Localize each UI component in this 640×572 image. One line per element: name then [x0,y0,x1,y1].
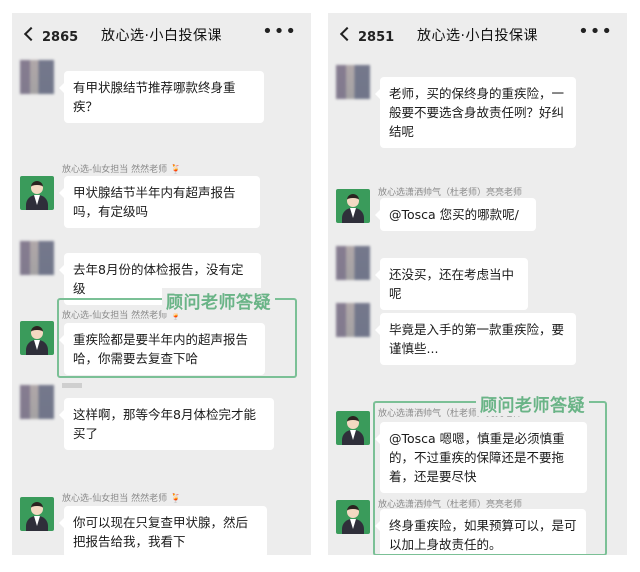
avatar[interactable] [20,497,54,531]
avatar[interactable] [20,176,54,210]
avatar[interactable] [20,385,54,419]
avatar[interactable] [20,321,54,355]
sender-name: 放心选潇洒帅气（杜老师）亮亮老师 [378,188,523,198]
more-dots-icon[interactable]: ••• [262,21,297,42]
message-bubble: 老师，买的保终身的重疾险，一般要不要选含身故责任咧？好纠结呢 [375,77,576,148]
message-bubble: @Tosca 您买的哪款呢/ [375,198,536,231]
highlight-box [373,401,607,555]
message-bubble: 毕竟是入手的第一款重疾险，要谨慎些... [375,313,576,365]
avatar[interactable] [336,189,370,223]
message-bubble: 还没买，还在考虑当中呢 [375,258,528,310]
highlight-label: 顾问老师答疑 [162,288,275,313]
more-dots-icon[interactable]: ••• [578,21,613,42]
chat-panel-left: 2865 放心选·小白投保课 ••• 有甲状腺结节推荐哪款终身重疾？ 放心选-仙… [12,13,311,555]
sender-name [62,383,82,388]
avatar[interactable] [336,246,370,280]
avatar[interactable] [20,241,54,275]
avatar[interactable] [20,60,54,94]
chat-header: 2865 放心选·小白投保课 ••• [12,13,311,55]
sender-name: 放心选-仙女担当 然然老师 🍹 [62,165,182,175]
sender-name: 放心选-仙女担当 然然老师 🍹 [62,494,182,504]
message-bubble: 甲状腺结节半年内有超声报告吗，有定级吗 [59,176,260,228]
chat-header: 2851 放心选·小白投保课 ••• [328,13,627,55]
message-bubble: 这样啊，那等今年8月体检完才能买了 [59,398,274,450]
avatar[interactable] [336,303,370,337]
avatar[interactable] [336,65,370,99]
message-bubble: 有甲状腺结节推荐哪款终身重疾？ [59,71,264,123]
avatar[interactable] [336,500,370,534]
message-bubble: 你可以现在只复查甲状腺，然后把报告给我，我看下 [59,506,267,555]
avatar[interactable] [336,411,370,445]
highlight-label: 顾问老师答疑 [476,391,589,416]
chat-panel-right: 2851 放心选·小白投保课 ••• 老师，买的保终身的重疾险，一般要不要选含身… [328,13,627,555]
